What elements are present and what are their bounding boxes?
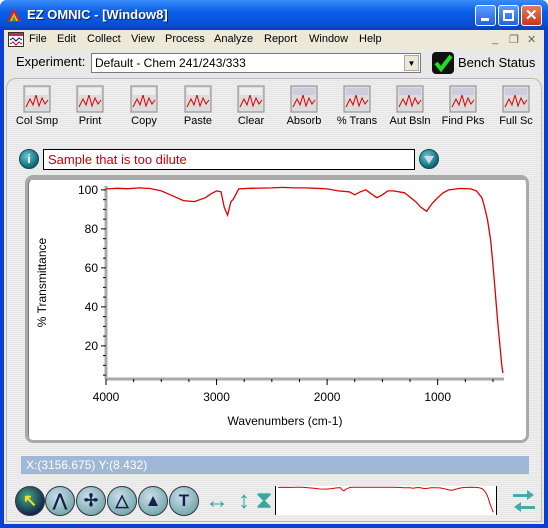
x-tick-label: 3000 bbox=[203, 390, 230, 404]
menu-collect[interactable]: Collect bbox=[87, 33, 121, 45]
overview-pane[interactable] bbox=[275, 486, 497, 515]
full-scale-icon bbox=[502, 85, 530, 113]
toolbar-button-label: Paste bbox=[183, 115, 213, 127]
spectrum-dropdown-icon[interactable] bbox=[419, 149, 439, 169]
spectrum-line bbox=[105, 186, 504, 374]
menu-analyze[interactable]: Analyze bbox=[214, 33, 253, 45]
toolbar-button-absorb[interactable]: Absorb bbox=[278, 85, 330, 133]
auto-baseline-icon bbox=[396, 85, 424, 113]
menu-file[interactable]: File bbox=[29, 33, 47, 45]
x-axis-label: Wavenumbers (cm-1) bbox=[228, 414, 343, 428]
expand-vertical-icon[interactable]: ↕ bbox=[235, 486, 253, 516]
menu-report[interactable]: Report bbox=[264, 33, 297, 45]
toolbar-button-label: % Trans bbox=[336, 115, 378, 127]
select-arrow-icon[interactable]: ↖ bbox=[15, 486, 45, 516]
x-tick-label: 1000 bbox=[424, 390, 451, 404]
toolbar-button-paste[interactable]: Paste bbox=[172, 85, 224, 133]
menu-edit[interactable]: Edit bbox=[57, 33, 76, 45]
text-annotation-icon[interactable]: T bbox=[169, 486, 199, 516]
toolbar-button-full-sc[interactable]: Full Sc bbox=[490, 85, 542, 133]
menu-window[interactable]: Window bbox=[309, 33, 348, 45]
close-button[interactable]: ✕ bbox=[521, 5, 542, 26]
minimize-button[interactable] bbox=[475, 5, 496, 26]
copy-clipboard-icon bbox=[130, 85, 158, 113]
mdi-restore-button[interactable]: ❐ bbox=[509, 33, 519, 46]
toolbar-button-col-smp[interactable]: Col Smp bbox=[11, 85, 63, 133]
x-tick-label: 2000 bbox=[314, 390, 341, 404]
printer-icon bbox=[76, 85, 104, 113]
region-tool-icon[interactable]: ⋀ bbox=[45, 486, 75, 516]
y-tick-label: 100 bbox=[78, 183, 98, 197]
spectrum-title-field[interactable]: Sample that is too dilute bbox=[43, 149, 415, 170]
toolbar-button-copy[interactable]: Copy bbox=[118, 85, 170, 133]
app-window: EZ OMNIC - [Window8] ✕ File Edit Collect… bbox=[0, 0, 548, 528]
swap-arrows-icon[interactable] bbox=[511, 487, 537, 515]
shrink-icon[interactable]: ⧗ bbox=[255, 486, 273, 516]
experiment-value: Default - Chem 241/243/333 bbox=[95, 56, 246, 70]
spectrum-chart[interactable]: 20 40 60 80 100 4000 3000 2000 1000 Wavenumbers (… bbox=[28, 178, 526, 440]
peak-area-icon[interactable]: ▲ bbox=[138, 486, 168, 516]
omnic-logo-icon bbox=[7, 8, 21, 22]
toolbar-button-label: Find Pks bbox=[441, 115, 485, 127]
menu-help[interactable]: Help bbox=[359, 33, 382, 45]
bench-status-label[interactable]: Bench Status bbox=[458, 55, 535, 70]
y-tick-label: 20 bbox=[85, 339, 99, 353]
mdi-close-button[interactable]: ✕ bbox=[527, 33, 536, 46]
menu-process[interactable]: Process bbox=[165, 33, 205, 45]
expand-horizontal-icon[interactable]: ↔ bbox=[202, 486, 232, 516]
find-peaks-icon bbox=[449, 85, 477, 113]
chevron-down-icon[interactable]: ▼ bbox=[404, 55, 419, 71]
menu-view[interactable]: View bbox=[131, 33, 155, 45]
experiment-label: Experiment: bbox=[16, 54, 86, 69]
menu-bar: File Edit Collect View Process Analyze R… bbox=[4, 30, 544, 49]
spectrum-panel: Col Smp Print Copy Paste Clear Absorb % Trans A… bbox=[6, 78, 542, 522]
collect-sample-icon bbox=[23, 85, 51, 113]
toolbar-button-find-pks[interactable]: Find Pks bbox=[437, 85, 489, 133]
clear-spectrum-icon bbox=[237, 85, 265, 113]
peak-marker-icon[interactable]: ✢ bbox=[76, 486, 106, 516]
document-window-icon[interactable] bbox=[8, 32, 24, 47]
toolbar-button-label: Absorb bbox=[286, 115, 322, 127]
x-tick-label: 4000 bbox=[93, 390, 120, 404]
toolbar-button-label: Col Smp bbox=[15, 115, 59, 127]
toolbar-button-trans[interactable]: % Trans bbox=[331, 85, 383, 133]
peak-height-icon[interactable]: △ bbox=[107, 486, 137, 516]
percent-transmittance-icon bbox=[343, 85, 371, 113]
experiment-select[interactable]: Default - Chem 241/243/333 ▼ bbox=[91, 53, 421, 73]
y-tick-label: 80 bbox=[85, 222, 99, 236]
y-axis-label: % Transmittance bbox=[35, 237, 49, 327]
overview-spectrum bbox=[277, 486, 494, 513]
info-icon[interactable]: i bbox=[19, 149, 39, 169]
y-tick-label: 60 bbox=[85, 261, 99, 275]
spectrum-plot-frame: 20 40 60 80 100 4000 3000 2000 1000 Wavenumbers (… bbox=[25, 175, 529, 443]
toolbar-button-label: Clear bbox=[237, 115, 265, 127]
toolbar-button-aut-bsln[interactable]: Aut Bsln bbox=[384, 85, 436, 133]
cursor-readout: X:(3156.675) Y:(8.432) bbox=[21, 456, 529, 474]
toolbar-button-label: Print bbox=[78, 115, 102, 127]
toolbar-button-clear[interactable]: Clear bbox=[225, 85, 277, 133]
toolbar-button-label: Full Sc bbox=[499, 115, 533, 127]
toolbar-button-label: Aut Bsln bbox=[389, 115, 431, 127]
main-client-area: File Edit Collect View Process Analyze R… bbox=[4, 30, 544, 524]
maximize-button[interactable] bbox=[498, 5, 519, 26]
y-tick-label: 40 bbox=[85, 300, 99, 314]
mdi-minimize-button[interactable]: _ bbox=[492, 33, 498, 45]
window-title: EZ OMNIC - [Window8] bbox=[27, 7, 168, 22]
title-bar[interactable]: EZ OMNIC - [Window8] ✕ bbox=[0, 0, 548, 30]
experiment-row: Experiment: Default - Chem 241/243/333 ▼… bbox=[4, 49, 544, 77]
overview-spectrum-line bbox=[277, 486, 494, 513]
bench-status-check-icon[interactable] bbox=[432, 52, 454, 74]
paste-icon bbox=[184, 85, 212, 113]
absorbance-icon bbox=[290, 85, 318, 113]
toolbar-button-label: Copy bbox=[131, 115, 157, 127]
toolbar-button-print[interactable]: Print bbox=[64, 85, 116, 133]
